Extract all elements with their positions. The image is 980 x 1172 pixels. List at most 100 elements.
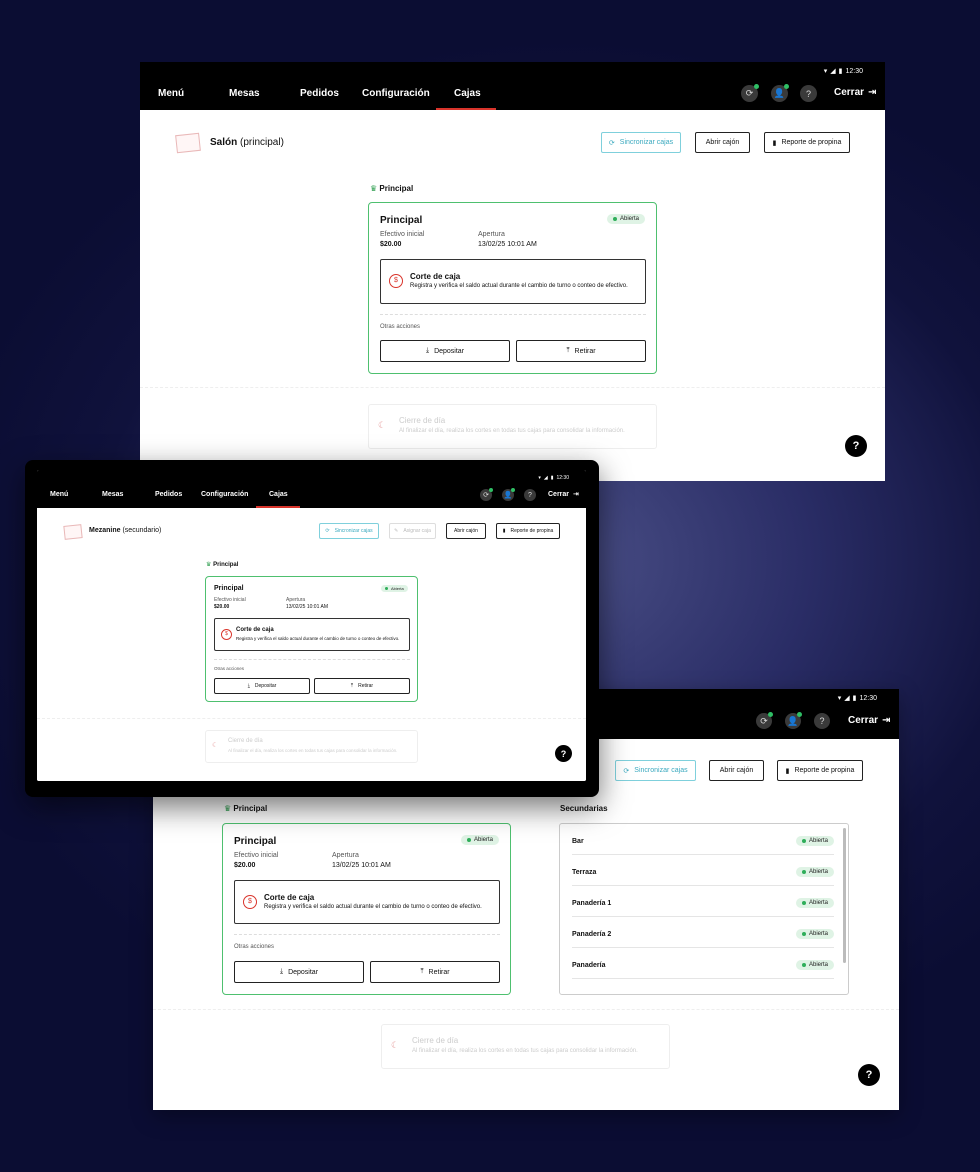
assign-register-button[interactable]: ✎ Asignar caja [389,523,436,539]
tab-mesas[interactable]: Mesas [102,491,123,498]
initial-cash-label: Efectivo inicial [214,597,246,603]
day-close-title: Cierre de día [399,416,446,425]
location-title: Salón (principal) [210,137,284,148]
withdraw-button[interactable]: ⤒ Retirar [516,340,646,362]
top-nav-bar: ▾ ◢ ▮ 12:30 Menú Mesas Pedidos Configura… [140,62,885,110]
user-icon[interactable]: 👤 [771,84,789,102]
sync-icon: ⟳ [623,767,630,775]
sync-icon[interactable]: ⟳ [741,84,759,102]
help-button[interactable]: ? [858,1064,880,1086]
section-divider [140,387,885,388]
deposit-icon: ⤓ [425,347,430,354]
list-item[interactable]: Bar Abierta [572,824,834,855]
close-session-button[interactable]: Cerrar ⇥ [834,87,876,98]
divider [380,314,646,315]
close-label: Cerrar [848,715,879,726]
sync-registers-button[interactable]: ⟳ Sincronizar cajas [615,760,696,781]
initial-cash-label: Efectivo inicial [234,852,279,859]
tab-pedidos[interactable]: Pedidos [155,491,182,498]
sync-icon: ⟳ [608,139,615,147]
open-drawer-button[interactable]: Abrir cajón [446,523,486,539]
user-icon[interactable]: 👤 [502,488,515,501]
withdraw-button[interactable]: ⤒ Retirar [370,961,500,983]
cash-cut-button[interactable]: $ Corte de caja Registra y verifica el s… [380,259,646,304]
deposit-icon: ⤓ [247,683,250,689]
register-name: Terraza [572,869,597,876]
register-name: Panadería [572,962,606,969]
help-button[interactable]: ? [555,745,572,762]
open-drawer-button[interactable]: Abrir cajón [695,132,750,153]
principal-register-card: Principal Abierta Efectivo inicial $20.0… [205,576,418,702]
top-nav-bar: ▾ ◢ ▮ 12:30 Menú Mesas Pedidos Configura… [37,470,586,508]
tips-report-button[interactable]: ▮ Reporte de propina [764,132,850,153]
day-close-icon: ☾ [378,420,387,430]
help-circle-icon[interactable]: ? [814,713,830,729]
tab-pedidos[interactable]: Pedidos [300,88,339,99]
divider [234,934,500,935]
deposit-button[interactable]: ⤓ Depositar [380,340,510,362]
list-item[interactable]: Panadería 2 Abierta [572,917,834,948]
bar-chart-icon: ▮ [772,139,777,147]
status-bar: ▾ ◢ ▮ 12:30 [538,475,569,481]
secondary-registers-list[interactable]: Bar Abierta Terraza Abierta Panadería 1 … [559,823,849,995]
close-label: Cerrar [834,87,865,98]
tips-report-button[interactable]: ▮ Reporte de propina [496,523,560,539]
tips-report-button[interactable]: ▮ Reporte de propina [777,760,863,781]
signal-icon: ◢ [543,475,548,481]
sync-registers-button[interactable]: ⟳ Sincronizar cajas [601,132,681,153]
tab-menu[interactable]: Menú [50,491,68,498]
scrollbar[interactable] [843,828,846,963]
cash-cut-icon: $ [243,895,257,909]
withdraw-button[interactable]: ⤒ Retirar [314,678,410,694]
open-drawer-button[interactable]: Abrir cajón [709,760,764,781]
cash-cut-title: Corte de caja [236,627,274,633]
battery-icon: ▮ [838,68,843,75]
help-circle-icon[interactable]: ? [800,85,817,102]
clock: 12:30 [859,694,877,702]
sync-registers-button[interactable]: ⟳ Sincronizar cajas [319,523,379,539]
sync-icon[interactable]: ⟳ [756,712,773,729]
cash-cut-button[interactable]: $ Corte de caja Registra y verifica el s… [214,618,410,651]
withdraw-icon: ⤒ [350,683,354,689]
tab-cajas[interactable]: Cajas [269,491,288,498]
initial-cash-label: Efectivo inicial [380,231,425,238]
sync-icon: ⟳ [325,528,330,534]
day-close-desc: Al finalizar el día, realiza los cortes … [228,748,398,753]
help-button[interactable]: ? [845,435,867,457]
day-close-desc: Al finalizar el día, realiza los cortes … [412,1048,638,1054]
battery-icon: ▮ [550,475,554,481]
list-item[interactable]: Terraza Abierta [572,855,834,886]
sync-icon[interactable]: ⟳ [480,488,493,501]
cash-cut-desc: Registra y verifica el saldo actual dura… [264,904,482,910]
deposit-button[interactable]: ⤓ Depositar [234,961,364,983]
initial-cash-value: $20.00 [214,604,230,610]
tab-configuracion[interactable]: Configuración [201,491,248,498]
list-item[interactable]: Panadería Abierta [572,948,834,979]
other-actions-label: Otras acciones [380,324,421,330]
principal-section-label: ♛ Principal [370,184,414,193]
list-item[interactable]: Panadería 1 Abierta [572,886,834,917]
close-session-button[interactable]: Cerrar ⇥ [848,715,890,726]
tab-mesas[interactable]: Mesas [229,88,260,99]
bar-chart-icon: ▮ [502,528,506,534]
close-session-button[interactable]: Cerrar ⇥ [548,490,579,499]
screen-salon: ▾ ◢ ▮ 12:30 Menú Mesas Pedidos Configura… [140,62,885,481]
cash-register-icon [63,524,83,540]
cash-cut-button[interactable]: $ Corte de caja Registra y verifica el s… [234,880,500,924]
tab-cajas[interactable]: Cajas [454,88,481,99]
card-title: Principal [380,215,423,226]
wifi-icon: ▾ [837,695,842,702]
withdraw-icon: ⤒ [566,347,570,354]
deposit-button[interactable]: ⤓ Depositar [214,678,310,694]
tab-menu[interactable]: Menú [158,88,184,99]
day-close-card: ☾ Cierre de día Al finalizar el día, rea… [381,1024,670,1069]
help-circle-icon[interactable]: ? [524,489,536,501]
principal-section-label: ♛ Principal [224,804,268,813]
user-icon[interactable]: 👤 [785,712,802,729]
signal-icon: ◢ [844,695,850,702]
other-actions-label: Otras acciones [214,666,245,671]
screen-mezanine: ▾ ◢ ▮ 12:30 Menú Mesas Pedidos Configura… [37,470,586,781]
tab-configuracion[interactable]: Configuración [362,88,430,99]
initial-cash-value: $20.00 [234,862,256,869]
day-close-title: Cierre de día [228,738,263,744]
